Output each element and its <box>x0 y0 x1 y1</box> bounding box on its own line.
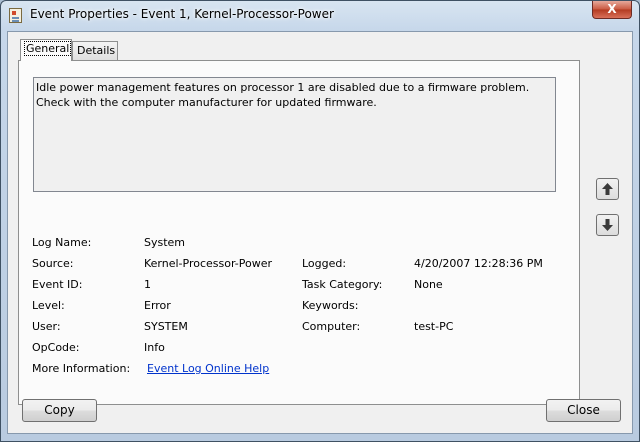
logged-value: 4/20/2007 12:28:36 PM <box>414 257 543 270</box>
general-tab-panel: Idle power management features on proces… <box>18 60 580 405</box>
logged-label: Logged: <box>302 257 347 270</box>
arrow-down-icon <box>602 219 613 231</box>
previous-event-button[interactable] <box>596 178 619 200</box>
source-value: Kernel-Processor-Power <box>144 257 273 270</box>
source-label: Source: <box>32 257 74 270</box>
next-event-button[interactable] <box>596 214 619 236</box>
log-name-value: System <box>144 236 186 249</box>
event-viewer-icon <box>9 8 22 23</box>
more-information-label: More Information: <box>32 362 131 375</box>
event-message[interactable]: Idle power management features on proces… <box>33 77 556 192</box>
opcode-label: OpCode: <box>32 341 80 354</box>
close-button[interactable]: Close <box>546 399 621 422</box>
tab-general-label: General <box>23 41 72 56</box>
window-title: Event Properties - Event 1, Kernel-Proce… <box>30 7 334 21</box>
level-value: Error <box>144 299 171 312</box>
tab-details-label: Details <box>77 44 116 57</box>
task-category-value: None <box>414 278 443 291</box>
keywords-label: Keywords: <box>302 299 359 312</box>
event-id-label: Event ID: <box>32 278 83 291</box>
computer-value: test-PC <box>414 320 454 333</box>
event-id-value: 1 <box>144 278 151 291</box>
event-log-online-help-link[interactable]: Event Log Online Help <box>147 362 269 376</box>
log-name-label: Log Name: <box>32 236 92 249</box>
tab-general[interactable]: General <box>20 39 72 61</box>
title-bar[interactable]: Event Properties - Event 1, Kernel-Proce… <box>1 1 639 29</box>
tab-details[interactable]: Details <box>72 41 118 61</box>
opcode-value: Info <box>144 341 165 354</box>
task-category-label: Task Category: <box>302 278 383 291</box>
user-value: SYSTEM <box>144 320 188 333</box>
event-properties-window: Event Properties - Event 1, Kernel-Proce… <box>0 0 640 442</box>
dialog-client-area: General Details Idle power management fe… <box>7 31 633 434</box>
user-label: User: <box>32 320 61 333</box>
window-close-button[interactable]: X <box>592 1 632 19</box>
level-label: Level: <box>32 299 65 312</box>
arrow-up-icon <box>602 183 613 195</box>
computer-label: Computer: <box>302 320 361 333</box>
copy-button[interactable]: Copy <box>22 399 97 422</box>
